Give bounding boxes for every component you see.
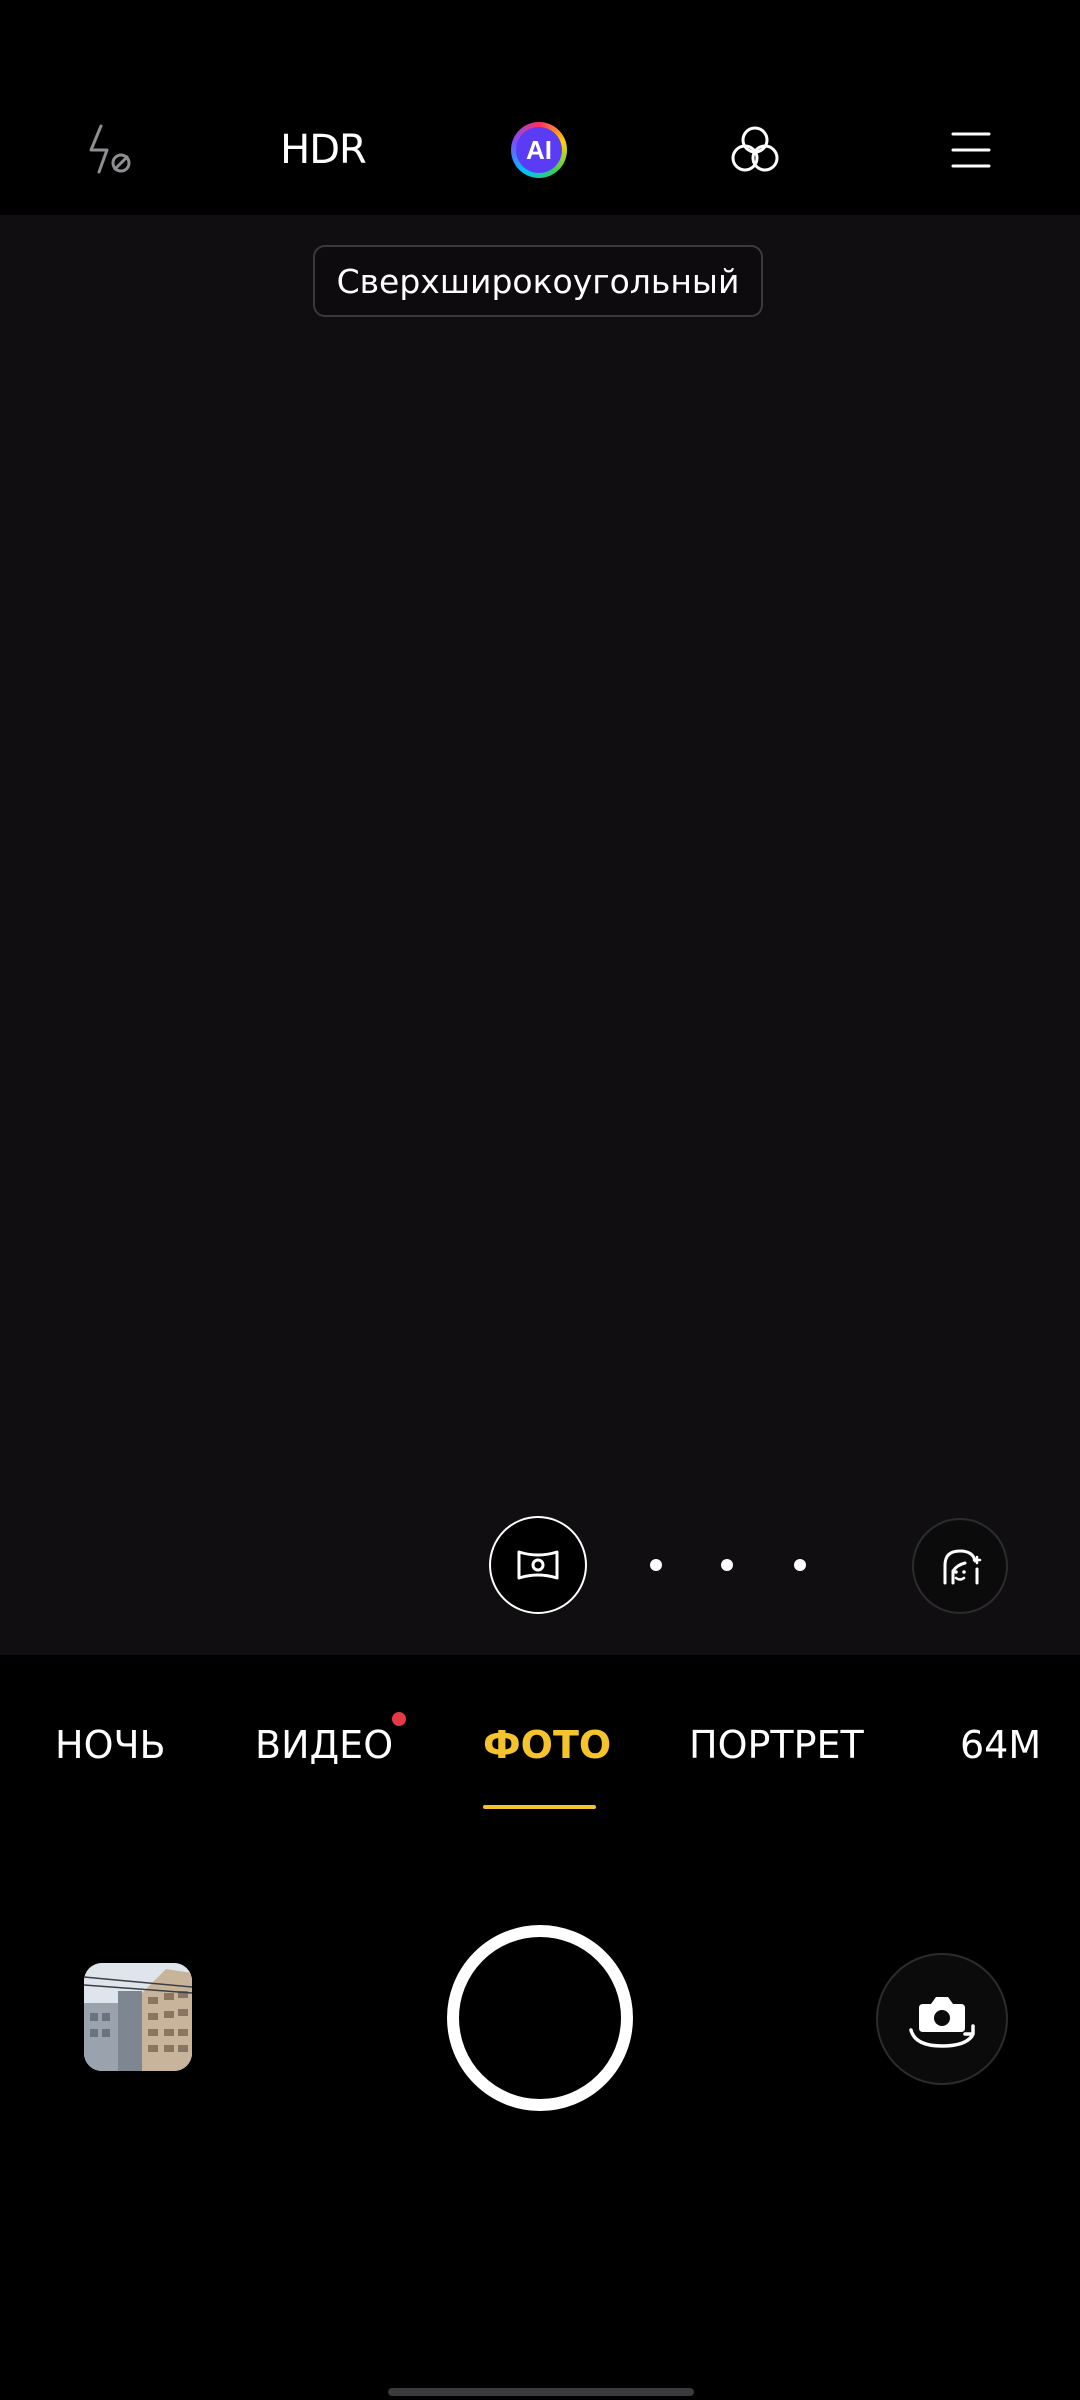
- ai-label: AI: [526, 134, 552, 165]
- top-toolbar: HDR AI: [0, 0, 1080, 215]
- ai-icon: AI: [511, 122, 567, 178]
- mode-video[interactable]: ВИДЕО: [255, 1723, 393, 1767]
- switch-camera-button[interactable]: [876, 1953, 1008, 2085]
- settings-menu-button[interactable]: [921, 108, 1021, 192]
- flash-toggle-button[interactable]: [57, 108, 157, 192]
- hdr-label: HDR: [280, 127, 367, 173]
- zoom-dot[interactable]: [650, 1559, 662, 1571]
- beauty-face-icon: [943, 1549, 982, 1585]
- mode-photo[interactable]: ФОТО: [483, 1723, 611, 1767]
- active-mode-indicator: [483, 1805, 596, 1809]
- switch-camera-icon: [909, 1997, 975, 2048]
- zoom-dot[interactable]: [794, 1559, 806, 1571]
- filter-button[interactable]: [705, 108, 805, 192]
- zoom-dot[interactable]: [721, 1559, 733, 1571]
- home-indicator[interactable]: [388, 2388, 694, 2396]
- mode-portrait[interactable]: ПОРТРЕТ: [689, 1723, 864, 1767]
- mode-night[interactable]: НОЧЬ: [55, 1723, 166, 1767]
- gallery-thumbnail[interactable]: [84, 1963, 192, 2071]
- filter-icon: [731, 126, 779, 172]
- flash-off-icon: [89, 124, 131, 174]
- lens-label: Сверхширокоугольный: [336, 261, 740, 301]
- mode-64m[interactable]: 64M: [960, 1723, 1041, 1767]
- new-feature-badge: [392, 1712, 406, 1726]
- capture-controls: [0, 1815, 1080, 2400]
- panorama-button[interactable]: [489, 1516, 587, 1614]
- panorama-icon: [517, 1550, 559, 1580]
- gallery-thumbnail-image: [84, 1963, 192, 2071]
- hdr-toggle-button[interactable]: HDR: [273, 108, 373, 192]
- mode-selector: НОЧЬ ВИДЕО ФОТО ПОРТРЕТ 64M: [0, 1655, 1080, 1815]
- menu-icon: [951, 132, 991, 168]
- camera-screen: HDR AI Сверхширокоугольный НОЧЬ ВИДЕО ФО…: [0, 0, 1080, 2400]
- lens-indicator[interactable]: Сверхширокоугольный: [313, 245, 763, 317]
- beauty-mode-button[interactable]: [912, 1518, 1008, 1614]
- viewfinder[interactable]: Сверхширокоугольный: [0, 215, 1080, 1655]
- shutter-button[interactable]: [447, 1925, 633, 2111]
- ai-scene-button[interactable]: AI: [489, 108, 589, 192]
